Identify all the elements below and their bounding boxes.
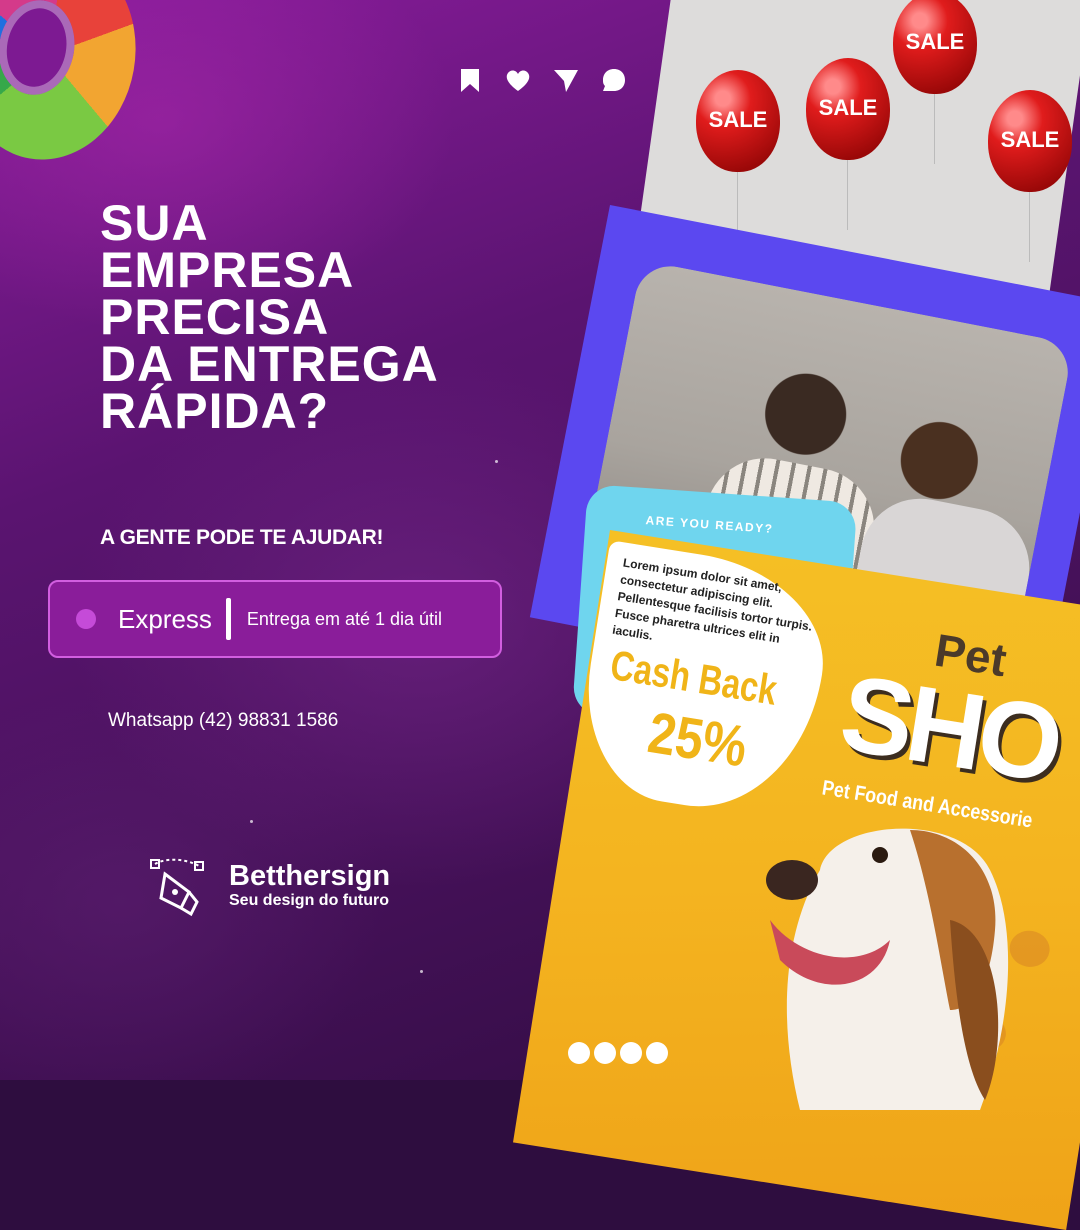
brand-name: Betthersign	[229, 860, 391, 892]
cashback-value: 25%	[643, 699, 752, 780]
brand-tagline: Seu design do futuro	[229, 892, 389, 909]
beagle-dog-image	[766, 828, 1009, 1110]
comment-icon[interactable]	[600, 66, 628, 94]
twitter-icon	[620, 1042, 642, 1064]
service-description: Entrega em até 1 dia útil	[246, 608, 443, 629]
brand-block: Betthersign Seu design do futuro	[145, 852, 390, 918]
pen-tool-logo-icon	[150, 858, 204, 917]
headline: SUA EMPRESA PRECISA DA ENTREGA RÁPIDA?	[100, 195, 439, 439]
heart-icon[interactable]	[504, 66, 532, 94]
headline-line: EMPRESA	[100, 242, 355, 298]
bookmark-icon[interactable]	[456, 66, 484, 94]
sale-balloon: SALE	[806, 58, 890, 230]
headline-line: PRECISA	[100, 289, 330, 345]
poster-social-icons	[568, 1042, 668, 1064]
status-dot-icon	[76, 609, 96, 629]
facebook-icon	[568, 1042, 590, 1064]
headline-line: SUA	[100, 195, 209, 251]
whatsapp-contact[interactable]: Whatsapp (42) 98831 1586	[108, 710, 338, 732]
post-action-icons	[456, 66, 628, 94]
send-icon[interactable]	[552, 66, 580, 94]
subheadline: A GENTE PODE TE AJUDAR!	[100, 526, 384, 549]
instagram-icon	[594, 1042, 616, 1064]
headline-line: DA ENTREGA	[100, 336, 439, 392]
service-label: Express	[118, 603, 212, 634]
sale-balloon: SALE	[696, 70, 780, 242]
sale-balloon: SALE	[988, 90, 1072, 262]
ready-heading: ARE YOU READY?	[645, 513, 774, 537]
tiktok-icon	[646, 1042, 668, 1064]
cashback-blob: Lorem ipsum dolor sit amet, consectetur …	[571, 540, 838, 824]
sale-balloon: SALE	[893, 0, 977, 164]
express-service-badge: Express Entrega em até 1 dia útil	[48, 580, 502, 658]
headline-line: RÁPIDA?	[100, 383, 330, 439]
divider	[225, 598, 231, 640]
